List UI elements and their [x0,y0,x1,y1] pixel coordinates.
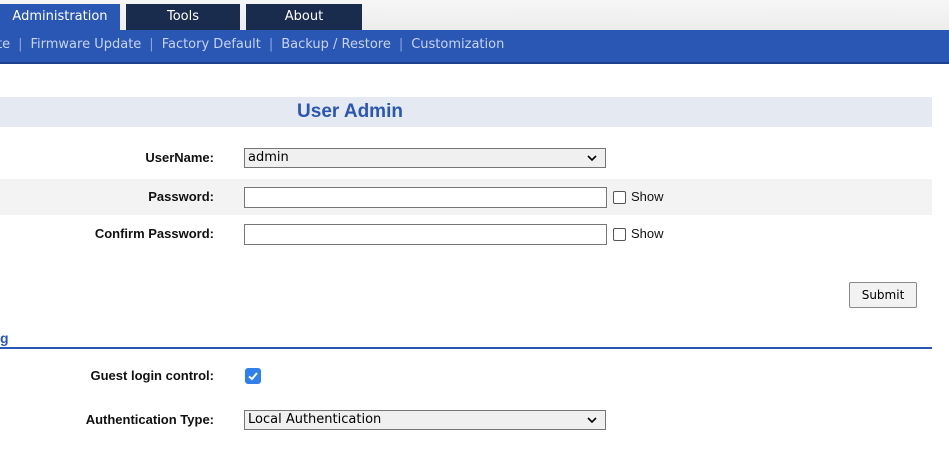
guest-login-checkbox[interactable] [245,368,261,384]
guest-login-row: Guest login control: [0,358,932,394]
auth-type-row: Authentication Type: Local Authenticatio… [0,402,932,438]
password-row: Password: Show [0,179,932,215]
password-label: Password: [148,189,214,204]
chevron-down-icon [587,149,597,173]
tab-tools[interactable]: Tools [126,4,240,30]
show-password-checkbox[interactable] [613,191,626,204]
tab-administration[interactable]: Administration [0,4,120,30]
auth-type-select-value: Local Authentication [248,412,382,427]
confirm-password-input[interactable] [244,224,607,245]
top-tab-bar: Administration Tools About [0,0,949,30]
subnav-item-partial[interactable]: te [0,30,10,60]
username-select[interactable]: admin [244,148,606,168]
username-label: UserName: [145,150,214,165]
username-row: UserName: admin [0,140,932,176]
subnav-item-customization[interactable]: Customization [411,30,504,60]
subnav-item-backup-restore[interactable]: Backup / Restore [281,30,391,60]
subnav-item-firmware-update[interactable]: Firmware Update [31,30,142,60]
section2-title-fragment: g [0,330,9,346]
confirm-password-label: Confirm Password: [94,226,214,241]
chevron-down-icon [587,411,597,435]
sub-navigation: te|Firmware Update|Factory Default|Backu… [0,30,949,64]
show-confirm-password-label: Show [631,226,664,241]
show-password-label: Show [631,189,664,204]
submit-button[interactable]: Submit [849,282,917,308]
auth-type-select[interactable]: Local Authentication [244,410,606,430]
username-select-value: admin [248,150,289,165]
checkmark-icon [248,372,258,381]
confirm-password-row: Confirm Password: Show [0,216,932,252]
tab-about[interactable]: About [246,4,362,30]
section-divider [0,347,932,349]
password-input[interactable] [244,187,607,208]
guest-login-label: Guest login control: [90,368,215,383]
page-title: User Admin [297,101,403,122]
subnav-item-factory-default[interactable]: Factory Default [162,30,261,60]
user-admin-header: User Admin [0,97,932,127]
show-confirm-password-checkbox[interactable] [613,228,626,241]
auth-type-label: Authentication Type: [85,412,214,427]
